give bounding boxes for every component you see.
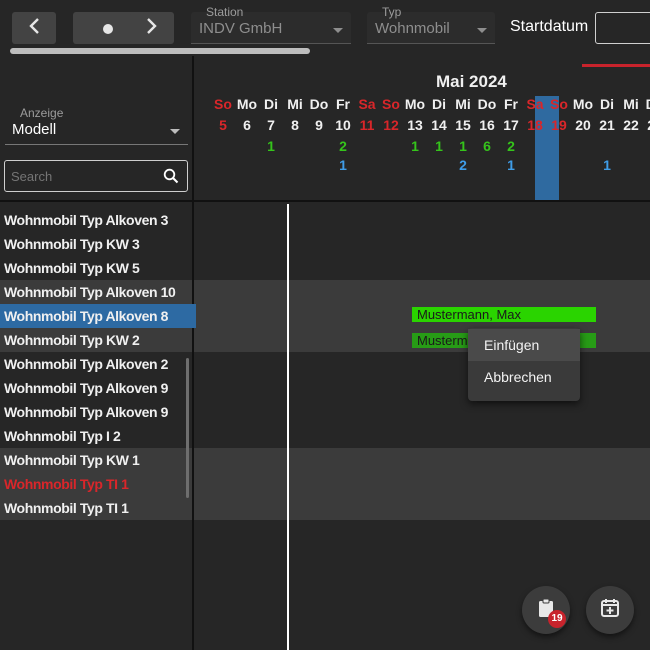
- day-date: 10: [335, 117, 351, 133]
- day-count-green: 1: [411, 138, 419, 154]
- anzeige-label: Anzeige: [17, 106, 67, 120]
- menu-item-abbrechen[interactable]: Abbrechen: [468, 361, 580, 393]
- clipboard-button[interactable]: 19: [522, 586, 570, 634]
- vehicle-row[interactable]: Wohnmobil Typ Alkoven 10: [0, 280, 196, 304]
- day-name: Do: [309, 96, 329, 112]
- anzeige-select[interactable]: Anzeige Modell: [5, 106, 188, 145]
- day-name: Mo: [404, 96, 426, 112]
- context-menu: Einfügen Abbrechen: [468, 328, 580, 401]
- day-date: 13: [407, 117, 423, 133]
- vehicle-row[interactable]: Wohnmobil Typ I 2: [0, 424, 196, 448]
- chevron-down-icon: [477, 28, 487, 33]
- vehicle-row[interactable]: Wohnmobil Typ Alkoven 9: [0, 400, 196, 424]
- day-date: 5: [219, 117, 227, 133]
- day-name: So: [382, 96, 400, 112]
- day-date: 20: [575, 117, 591, 133]
- day-name: So: [214, 96, 232, 112]
- day-date: 14: [431, 117, 447, 133]
- add-booking-button[interactable]: [586, 586, 634, 634]
- red-indicator: [582, 64, 650, 67]
- day-date: 22: [623, 117, 639, 133]
- anzeige-value: Modell: [12, 121, 57, 138]
- vehicle-row[interactable]: Wohnmobil Typ Alkoven 9: [0, 376, 196, 400]
- day-name: Mi: [623, 96, 639, 112]
- day-date: 16: [479, 117, 495, 133]
- notification-badge: 19: [548, 610, 566, 628]
- prev-button[interactable]: [12, 12, 56, 44]
- day-date: 7: [267, 117, 275, 133]
- day-name: So: [550, 96, 568, 112]
- day-name: Do: [643, 96, 650, 112]
- day-count-green: 2: [507, 138, 515, 154]
- day-name: Mi: [287, 96, 303, 112]
- day-date: 23: [643, 117, 650, 133]
- startdatum-input[interactable]: [595, 12, 650, 44]
- day-count-blue: 2: [459, 157, 467, 173]
- day-name: Sa: [358, 96, 376, 112]
- day-name: Di: [264, 96, 278, 112]
- horizontal-scrollbar[interactable]: [10, 48, 310, 54]
- current-time-marker: [287, 204, 289, 650]
- startdatum-label: Startdatum: [510, 18, 589, 35]
- vehicle-row[interactable]: Wohnmobil Typ Alkoven 2: [0, 352, 196, 376]
- calendar-add-icon: [599, 597, 621, 624]
- day-count-green: 1: [435, 138, 443, 154]
- day-count-blue: 1: [603, 157, 611, 173]
- chevron-left-icon: [27, 15, 41, 41]
- day-count-blue: 1: [507, 157, 515, 173]
- search-icon[interactable]: [163, 168, 179, 189]
- vehicle-row[interactable]: Wohnmobil Typ TI 1: [0, 496, 196, 520]
- day-count-green: 1: [459, 138, 467, 154]
- day-date: 8: [291, 117, 299, 133]
- typ-select[interactable]: Typ Wohnmobil: [367, 5, 495, 44]
- day-name: Di: [432, 96, 446, 112]
- chevron-down-icon: [170, 129, 180, 134]
- search-field[interactable]: [4, 160, 188, 192]
- menu-item-einfuegen[interactable]: Einfügen: [468, 329, 580, 361]
- dot-icon: [102, 15, 114, 41]
- station-label: Station: [206, 5, 244, 19]
- station-value: INDV GmbH: [199, 20, 283, 37]
- day-count-green: 2: [339, 138, 347, 154]
- day-name: Fr: [504, 96, 518, 112]
- header-divider: [0, 200, 650, 202]
- day-name: Fr: [336, 96, 350, 112]
- vehicle-row[interactable]: Wohnmobil Typ KW 2: [0, 328, 196, 352]
- vehicle-row[interactable]: Wohnmobil Typ Alkoven 8: [0, 304, 196, 328]
- day-count-green: 6: [483, 138, 491, 154]
- day-count-green: 1: [267, 138, 275, 154]
- day-date: 21: [599, 117, 615, 133]
- typ-value: Wohnmobil: [375, 20, 450, 37]
- next-button[interactable]: [130, 12, 174, 44]
- vehicle-row[interactable]: Wohnmobil Typ KW 1: [0, 448, 196, 472]
- booking-bar[interactable]: Mustermann, Max: [412, 307, 596, 322]
- day-date: 17: [503, 117, 519, 133]
- day-name: Mi: [455, 96, 471, 112]
- day-date: 11: [359, 117, 375, 133]
- day-name: Mo: [236, 96, 258, 112]
- typ-label: Typ: [382, 5, 402, 19]
- vehicle-row[interactable]: Wohnmobil Typ KW 3: [0, 232, 196, 256]
- vehicle-row[interactable]: Wohnmobil Typ TI 1: [0, 472, 196, 496]
- search-input[interactable]: [5, 161, 155, 191]
- day-date: 15: [455, 117, 471, 133]
- day-date: 12: [383, 117, 399, 133]
- booking-label: Mustermann, Max: [417, 307, 522, 322]
- vehicle-row[interactable]: Wohnmobil Typ KW 5: [0, 256, 196, 280]
- day-name: Sa: [526, 96, 544, 112]
- day-name: Di: [600, 96, 614, 112]
- vehicle-row[interactable]: Wohnmobil Typ Alkoven 3: [0, 208, 196, 232]
- chevron-down-icon: [333, 28, 343, 33]
- day-date: 19: [551, 117, 567, 133]
- day-count-blue: 1: [339, 157, 347, 173]
- day-date: 9: [315, 117, 323, 133]
- day-name: Mo: [572, 96, 594, 112]
- chevron-right-icon: [145, 15, 159, 41]
- month-title: Mai 2024: [436, 72, 507, 91]
- station-select[interactable]: Station INDV GmbH: [191, 5, 351, 44]
- day-date: 18: [527, 117, 543, 133]
- day-date: 6: [243, 117, 251, 133]
- vertical-scrollbar[interactable]: [186, 358, 189, 498]
- day-name: Do: [477, 96, 497, 112]
